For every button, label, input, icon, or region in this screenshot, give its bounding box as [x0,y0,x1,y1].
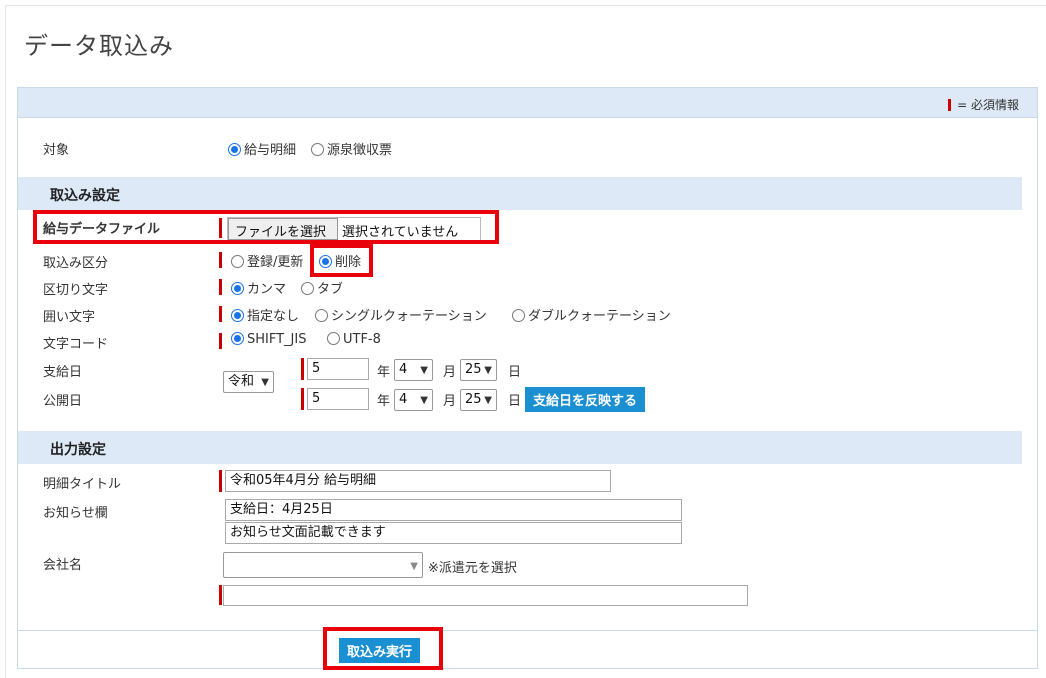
notice-label: お知らせ欄 [43,506,108,521]
delimiter-option-tab[interactable]: タブ [301,278,343,297]
day-unit: 日 [508,365,522,380]
encoding-option-utf8[interactable]: UTF-8 [327,332,381,347]
import-form-panel: = 必須情報 [17,87,1038,669]
radio-unselected-icon[interactable] [315,309,328,322]
publish-day-select[interactable]: 25 ▼ [460,389,497,411]
output-settings-section: 出力設定 [18,431,1022,464]
encoding-label: 文字コード [43,337,109,352]
required-legend-text: = 必須情報 [957,98,1019,112]
radio-selected-icon[interactable] [228,143,241,156]
chevron-down-icon: ▼ [420,365,428,376]
required-marker [219,470,222,492]
month-unit: 月 [443,394,457,409]
company-name-input[interactable] [223,585,748,606]
pay-year-input[interactable]: 5 [307,358,369,380]
company-hint: ※派遣元を選択 [428,561,517,576]
radio-selected-icon[interactable] [231,309,244,322]
pay-day-select[interactable]: 25 ▼ [460,359,497,381]
required-marker [219,252,222,268]
required-marker [219,333,222,349]
radio-unselected-icon[interactable] [311,143,324,156]
delimiter-option-comma[interactable]: カンマ [231,278,286,297]
chevron-down-icon: ▼ [420,395,428,406]
target-label: 対象 [43,143,70,158]
mode-label: 取込み区分 [43,256,109,271]
month-unit: 月 [443,365,457,380]
company-label: 会社名 [43,558,83,573]
page-top-border [5,5,1046,6]
required-marker-icon [948,99,952,111]
era-select[interactable]: 令和 ▼ [223,371,274,393]
notice-line1-input[interactable]: 支給日：4月25日 [225,499,682,521]
chevron-down-icon: ▼ [484,365,492,376]
radio-unselected-icon[interactable] [512,309,525,322]
enclosure-option-double[interactable]: ダブルクォーテーション [512,305,671,324]
page-title: データ取込み [24,32,174,60]
chevron-down-icon: ▼ [410,561,418,572]
notice-line2-input[interactable]: お知らせ文面記載できます [225,522,682,544]
enclosure-label: 囲い文字 [43,310,96,325]
target-option-withholding[interactable]: 源泉徴収票 [311,139,392,158]
company-select[interactable]: ▼ [223,552,423,578]
enclosure-option-none[interactable]: 指定なし [231,305,299,324]
required-marker [301,358,304,380]
publish-year-input[interactable]: 5 [307,388,369,410]
target-option-payslip[interactable]: 給与明細 [228,139,296,158]
required-legend: = 必須情報 [948,96,1019,113]
year-unit: 年 [377,394,391,409]
highlight-file-row [33,210,499,244]
required-marker [219,585,222,605]
title-label: 明細タイトル [43,477,122,492]
panel-header: = 必須情報 [18,88,1037,118]
chevron-down-icon: ▼ [261,377,269,388]
import-settings-section: 取込み設定 [18,177,1022,210]
radio-unselected-icon[interactable] [327,332,340,345]
pay-month-select[interactable]: 4 ▼ [394,359,433,381]
required-marker [301,388,304,410]
page-left-border [5,5,6,678]
required-marker [219,306,222,322]
publish-month-select[interactable]: 4 ▼ [394,389,433,411]
enclosure-option-single[interactable]: シングルクォーテーション [315,305,487,324]
required-marker [219,279,222,295]
highlight-execute-button [323,627,443,670]
highlight-delete-option [310,244,373,277]
chevron-down-icon: ▼ [484,395,492,406]
panel-footer-divider [18,630,1037,631]
reflect-pay-date-button[interactable]: 支給日を反映する [525,387,646,412]
delimiter-label: 区切り文字 [43,283,109,298]
radio-selected-icon[interactable] [231,282,244,295]
mode-option-register[interactable]: 登録/更新 [231,251,303,270]
radio-unselected-icon[interactable] [231,255,244,268]
day-unit: 日 [508,394,522,409]
publish-date-label: 公開日 [43,394,83,409]
year-unit: 年 [377,365,391,380]
statement-title-input[interactable]: 令和05年4月分 給与明細 [225,470,611,492]
radio-unselected-icon[interactable] [301,282,314,295]
radio-selected-icon[interactable] [231,332,244,345]
pay-date-label: 支給日 [43,365,83,380]
encoding-option-sjis[interactable]: SHIFT_JIS [231,332,306,347]
